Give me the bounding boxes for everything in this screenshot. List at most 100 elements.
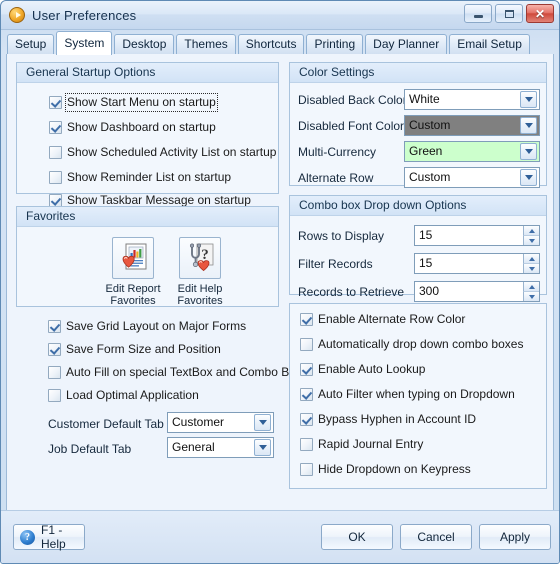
tab-shortcuts[interactable]: Shortcuts	[237, 34, 305, 54]
label-records-to-retrieve: Records to Retrieve	[298, 285, 405, 299]
spinner-rows-to-display[interactable]: 15	[414, 225, 540, 246]
label-disabled-back-color: Disabled Back Color	[298, 93, 407, 107]
spinner-filter-records[interactable]: 15	[414, 253, 540, 274]
edit-help-favorites-label-line1: Edit Help	[177, 283, 223, 295]
checkbox-show-dashboard-on-startup[interactable]: Show Dashboard on startup	[49, 120, 216, 135]
label-multi-currency: Multi-Currency	[298, 145, 377, 159]
checkbox-label: Rapid Journal Entry	[318, 437, 424, 451]
spinner-down-icon[interactable]	[523, 236, 539, 245]
help-question-icon: ?	[20, 529, 35, 545]
edit-report-favorites-label-line2: Favorites	[110, 295, 156, 307]
user-preferences-window: User Preferences ✕ Setup System Desktop The…	[0, 0, 560, 564]
tab-system[interactable]: System	[56, 31, 113, 55]
tab-email-setup[interactable]: Email Setup	[449, 34, 530, 54]
chevron-down-icon[interactable]	[520, 117, 537, 134]
default-tab-rows: Customer Default Tab Customer Job Default …	[7, 412, 285, 472]
spinner-buttons	[523, 282, 539, 301]
label-filter-records: Filter Records	[298, 257, 373, 271]
dropdown-disabled-font-color[interactable]: Custom	[404, 115, 540, 136]
edit-help-favorites-button[interactable]: ? Edit Help Favorites	[162, 237, 238, 307]
spinner-up-icon[interactable]	[523, 282, 539, 292]
tab-setup[interactable]: Setup	[7, 34, 55, 54]
edit-report-favorites-button[interactable]: Edit Report Favorites	[95, 237, 171, 307]
close-button[interactable]: ✕	[526, 4, 554, 23]
checkbox-show-start-menu-on-startup[interactable]: Show Start Menu on startup	[49, 93, 218, 112]
window-title: User Preferences	[32, 7, 137, 23]
ok-button[interactable]: OK	[321, 524, 393, 550]
chevron-down-icon[interactable]	[520, 143, 537, 160]
label-job-default-tab: Job Default Tab	[48, 442, 132, 456]
chevron-down-icon[interactable]	[254, 414, 271, 431]
dropdown-multi-currency[interactable]: Green	[404, 141, 540, 162]
tab-page-system: General Startup Options Show Start Menu …	[6, 54, 554, 527]
spinner-value[interactable]: 15	[415, 254, 523, 273]
dropdown-value: Custom	[409, 118, 451, 132]
checkbox-rapid-journal-entry[interactable]: Rapid Journal Entry	[300, 437, 423, 452]
checkbox-bypass-hyphen-in-account-id[interactable]: Bypass Hyphen in Account ID	[300, 412, 476, 427]
cancel-button[interactable]: Cancel	[400, 524, 472, 550]
cancel-label: Cancel	[417, 530, 455, 544]
f1-help-button[interactable]: ? F1 - Help	[13, 523, 85, 551]
chevron-down-icon[interactable]	[520, 91, 537, 108]
checkbox-box	[300, 438, 313, 451]
checkbox-automatically-drop-down-combo-boxes[interactable]: Automatically drop down combo boxes	[300, 337, 523, 352]
checkbox-show-reminder-list-on-startup[interactable]: Show Reminder List on startup	[49, 170, 231, 185]
checkbox-save-form-size-and-position[interactable]: Save Form Size and Position	[48, 342, 221, 357]
edit-report-favorites-label-line1: Edit Report	[105, 283, 161, 295]
checkbox-auto-fill-on-special-textbox-and-combo-box[interactable]: Auto Fill on special TextBox and Combo B…	[48, 365, 302, 380]
spinner-down-icon[interactable]	[523, 264, 539, 273]
spinner-records-to-retrieve[interactable]: 300	[414, 281, 540, 302]
tab-strip: Setup System Desktop Themes Shortcuts Printin…	[1, 30, 559, 55]
chevron-down-icon[interactable]	[254, 439, 271, 456]
checkbox-label: Bypass Hyphen in Account ID	[318, 412, 477, 426]
tab-day-planner[interactable]: Day Planner	[365, 34, 448, 54]
tab-printing[interactable]: Printing	[306, 34, 364, 54]
dropdown-value: General	[172, 440, 215, 454]
spinner-up-icon[interactable]	[523, 226, 539, 236]
dropdown-job-default-tab[interactable]: General	[167, 437, 274, 458]
checkbox-box	[48, 366, 61, 379]
spinner-value[interactable]: 15	[415, 226, 523, 245]
checkbox-box	[300, 388, 313, 401]
chevron-down-icon[interactable]	[520, 169, 537, 186]
apply-label: Apply	[499, 530, 531, 544]
spinner-value[interactable]: 300	[415, 282, 523, 301]
checkbox-label: Save Grid Layout on Major Forms	[66, 319, 247, 333]
dropdown-customer-default-tab[interactable]: Customer	[167, 412, 274, 433]
spinner-down-icon[interactable]	[523, 292, 539, 301]
play-circle-icon	[9, 7, 25, 23]
checkbox-enable-alternate-row-color[interactable]: Enable Alternate Row Color	[300, 312, 465, 327]
checkbox-label: Load Optimal Application	[66, 388, 199, 402]
color-settings-title: Color Settings	[290, 63, 546, 83]
minimize-button[interactable]	[464, 4, 492, 23]
apply-button[interactable]: Apply	[479, 524, 551, 550]
checkbox-auto-filter-when-typing-on-dropdown[interactable]: Auto Filter when typing on Dropdown	[300, 387, 515, 402]
checkbox-box	[49, 121, 62, 134]
spinner-up-icon[interactable]	[523, 254, 539, 264]
maximize-button[interactable]	[495, 4, 523, 23]
report-chart-heart-icon	[122, 243, 147, 270]
dropdown-alternate-row[interactable]: Custom	[404, 167, 540, 188]
checkbox-box	[300, 463, 313, 476]
checkbox-label: Auto Filter when typing on Dropdown	[318, 387, 515, 401]
checkbox-box	[300, 413, 313, 426]
general-startup-options-title: General Startup Options	[17, 63, 278, 83]
checkbox-label: Automatically drop down combo boxes	[318, 337, 524, 351]
checkbox-hide-dropdown-on-keypress[interactable]: Hide Dropdown on Keypress	[300, 462, 471, 477]
checkbox-save-grid-layout-on-major-forms[interactable]: Save Grid Layout on Major Forms	[48, 319, 246, 334]
dropdown-value: Custom	[409, 170, 451, 184]
tab-themes[interactable]: Themes	[176, 34, 236, 54]
checkbox-enable-auto-lookup[interactable]: Enable Auto Lookup	[300, 362, 425, 377]
checkbox-show-scheduled-activity-list-on-startup[interactable]: Show Scheduled Activity List on startup	[49, 145, 276, 160]
general-startup-options-group: General Startup Options Show Start Menu …	[16, 62, 279, 221]
checkbox-load-optimal-application[interactable]: Load Optimal Application	[48, 388, 199, 403]
checkbox-label: Auto Fill on special TextBox and Combo B…	[66, 365, 302, 379]
checkbox-label: Show Start Menu on startup	[65, 93, 218, 112]
dropdown-value: White	[409, 92, 440, 106]
combo-dropdown-options-group: Combo box Drop down Options Rows to Disp…	[289, 195, 547, 302]
minimize-icon	[473, 15, 483, 18]
edit-help-favorites-label: Edit Help Favorites	[162, 283, 238, 307]
tab-desktop[interactable]: Desktop	[114, 34, 175, 54]
dropdown-disabled-back-color[interactable]: White	[404, 89, 540, 110]
checkbox-box	[49, 146, 62, 159]
